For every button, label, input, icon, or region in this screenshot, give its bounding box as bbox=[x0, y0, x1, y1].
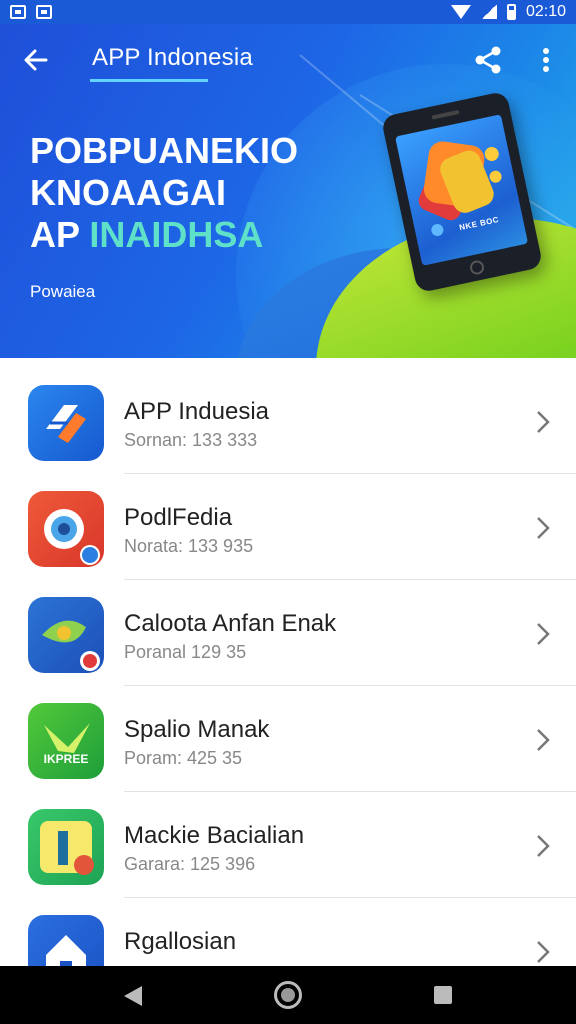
nav-recents-icon[interactable] bbox=[434, 986, 452, 1004]
app-list: APP Induesia Sornan: 133 333 PodlFedia N… bbox=[0, 368, 576, 1004]
chevron-right-icon bbox=[537, 517, 550, 539]
page-title: APP Indonesia bbox=[92, 44, 253, 71]
phone-dot bbox=[488, 169, 503, 184]
app-name: Mackie Bacialian bbox=[124, 822, 305, 849]
app-indonesia-icon bbox=[28, 385, 104, 461]
app-meta: Poranal 129 35 bbox=[124, 642, 247, 662]
hero-line-3-accent: INAIDHSA bbox=[89, 214, 264, 255]
signal-icon bbox=[480, 5, 497, 19]
nav-back-icon[interactable] bbox=[122, 984, 144, 1008]
podlfedia-icon bbox=[28, 491, 104, 567]
list-item[interactable]: IKPREE Spalio Manak Poram: 425 35 bbox=[0, 686, 576, 792]
chevron-right-icon bbox=[537, 835, 550, 857]
hero-line-3-prefix: AP bbox=[30, 214, 80, 255]
hero-subtitle: Powaiea bbox=[30, 282, 96, 301]
notification-icon-2 bbox=[36, 5, 52, 19]
more-vert-icon bbox=[543, 48, 549, 72]
chevron-right-icon bbox=[537, 623, 550, 645]
status-time: 02:10 bbox=[525, 3, 566, 20]
more-options-button[interactable] bbox=[532, 42, 560, 78]
title-underline bbox=[90, 79, 208, 82]
share-icon bbox=[475, 46, 501, 74]
app-meta: Norata: 133 935 bbox=[124, 536, 254, 556]
chevron-right-icon bbox=[537, 941, 550, 963]
list-item[interactable]: PodlFedia Norata: 133 935 bbox=[0, 474, 576, 580]
status-bar: 02:10 bbox=[0, 0, 576, 24]
list-item[interactable]: APP Induesia Sornan: 133 333 bbox=[0, 368, 576, 474]
app-meta: Sornan: 133 333 bbox=[124, 430, 258, 450]
hero-headline: POBPUANEKIO KNOAAGAI AP INAIDHSA bbox=[30, 130, 298, 256]
phone-speaker bbox=[431, 109, 460, 120]
app-name: Rgallosian bbox=[124, 928, 237, 955]
app-name: PodlFedia bbox=[124, 504, 233, 531]
phone-screen: NKE BOC bbox=[395, 114, 529, 266]
app-meta: Garara: 125 396 bbox=[124, 854, 256, 874]
wifi-icon bbox=[450, 5, 471, 19]
app-name: Spalio Manak bbox=[124, 716, 270, 743]
phone-dot bbox=[483, 145, 501, 163]
chevron-right-icon bbox=[537, 411, 550, 433]
phone-home-button bbox=[468, 259, 486, 276]
phone-caption: NKE BOC bbox=[458, 215, 500, 233]
nav-home-icon[interactable] bbox=[274, 981, 302, 1009]
system-nav-bar bbox=[0, 966, 576, 1024]
list-item[interactable]: Caloota Anfan Enak Poranal 129 35 bbox=[0, 580, 576, 686]
mackie-icon bbox=[28, 809, 104, 885]
chevron-right-icon bbox=[537, 729, 550, 751]
phone-dot bbox=[430, 222, 445, 238]
app-meta: Poram: 425 35 bbox=[124, 748, 243, 768]
app-name: APP Induesia bbox=[124, 398, 269, 425]
caloota-icon bbox=[28, 597, 104, 673]
app-name: Caloota Anfan Enak bbox=[124, 610, 337, 637]
list-item[interactable]: Mackie Bacialian Garara: 125 396 bbox=[0, 792, 576, 898]
app-toolbar: APP Indonesia bbox=[0, 24, 576, 96]
header-banner: APP Indonesia POBPUANEKIO KNOAAGAI AP IN… bbox=[0, 24, 576, 358]
arrow-left-icon bbox=[24, 49, 48, 71]
battery-icon bbox=[506, 4, 516, 20]
hero-line-3: AP INAIDHSA bbox=[30, 214, 298, 256]
share-button[interactable] bbox=[470, 42, 506, 78]
spalio-icon-label: IKPREE bbox=[44, 752, 89, 766]
spalio-icon: IKPREE bbox=[28, 703, 104, 779]
hero-line-2: KNOAAGAI bbox=[30, 172, 226, 213]
hero-line-1: POBPUANEKIO bbox=[30, 130, 299, 171]
back-button[interactable] bbox=[18, 42, 54, 78]
notification-icon bbox=[10, 5, 26, 19]
